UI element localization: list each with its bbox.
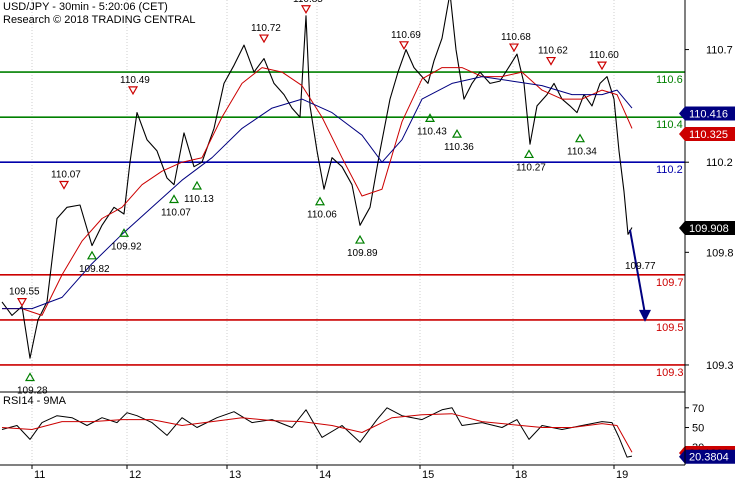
x-tick-label: 15 [422,469,434,480]
y-tick-label: 110.7 [706,45,733,57]
x-tick-label: 14 [319,469,331,480]
swing-high-marker [258,34,270,44]
price-tag-label: 110.325 [689,129,728,141]
swing-low-marker [168,194,180,204]
swing-low-marker [523,149,535,159]
x-tick-label: 19 [616,469,628,480]
x-tick-label: 18 [515,469,527,480]
swing-low-marker [86,250,98,260]
swing-low-label: 109.89 [347,248,378,259]
level-label: 110.4 [656,119,683,131]
price-chart: 110.6110.4110.2109.7109.5109.3 109.55110… [0,0,735,480]
swing-high-label: 110.69 [391,30,421,41]
chart-title: USD/JPY - 30min - 5:20:06 (CET) [3,1,168,13]
chart-copyright: Research © 2018 TRADING CENTRAL [3,14,196,26]
swing-high-marker [127,86,139,96]
swing-high-marker [596,61,608,71]
swing-low-label: 110.07 [161,207,191,218]
vertical-grid [31,0,615,465]
swing-high-marker [545,56,557,66]
swing-low-marker [574,133,586,143]
swing-low-label: 109.82 [79,264,110,275]
swing-high-label: 110.85 [293,0,323,5]
swing-low-label: 109.92 [111,241,142,252]
rsi-panel: 30507024.138620.3804 [1,403,735,464]
x-tick-label: 11 [34,469,45,480]
level-label: 109.3 [656,367,684,379]
x-tick-label: 12 [129,469,141,480]
y-tick-label: 110.2 [706,157,733,169]
swing-low-label: 110.43 [417,126,447,137]
swing-high-marker [398,41,410,51]
rsi-value-tag-label: 20.3804 [689,452,729,464]
swing-high-marker [508,43,520,53]
swing-high-marker [58,180,70,190]
swing-markers: 109.55 110.07 110.49 110.72 110.85 110.69 110.… [9,0,656,396]
level-label: 110.6 [656,74,683,86]
price-tag-label: 110.416 [689,109,728,121]
swing-high-label: 110.07 [51,169,81,180]
swing-high-marker [300,5,312,14]
y-tick-label: 109.3 [706,360,734,372]
swing-low-marker [191,180,203,190]
support-resistance-levels: 110.6 110.4 110.2 109.7 109.5 109.3 [0,71,685,379]
swing-low-label: 110.27 [516,162,546,173]
swing-high-label: 110.68 [501,32,531,43]
swing-low-marker [24,372,36,382]
target-label: 109.77 [625,261,656,272]
level-label: 109.7 [656,277,684,289]
swing-low-label: 110.34 [567,147,597,158]
x-tick-label: 13 [229,469,241,480]
swing-low-label: 110.06 [307,210,337,221]
swing-high-label: 110.49 [120,75,150,86]
swing-low-marker [354,234,366,244]
y-tick-label: 109.8 [706,247,734,259]
rsi-title: RSI14 - 9MA [3,395,66,407]
swing-low-label: 110.13 [184,194,214,205]
swing-high-label: 109.55 [9,287,40,298]
swing-high-label: 110.62 [538,46,568,57]
swing-low-marker [451,128,463,138]
swing-high-label: 110.60 [589,50,619,61]
swing-high-marker [16,298,28,307]
rsi-y-tick-label: 70 [692,403,704,415]
swing-low-label: 110.36 [444,142,474,153]
rsi-y-tick-label: 50 [692,423,704,435]
swing-high-label: 110.72 [251,23,281,34]
level-label: 109.5 [656,322,684,334]
level-label: 110.2 [656,164,683,176]
price-tag-label: 109.908 [689,223,729,235]
